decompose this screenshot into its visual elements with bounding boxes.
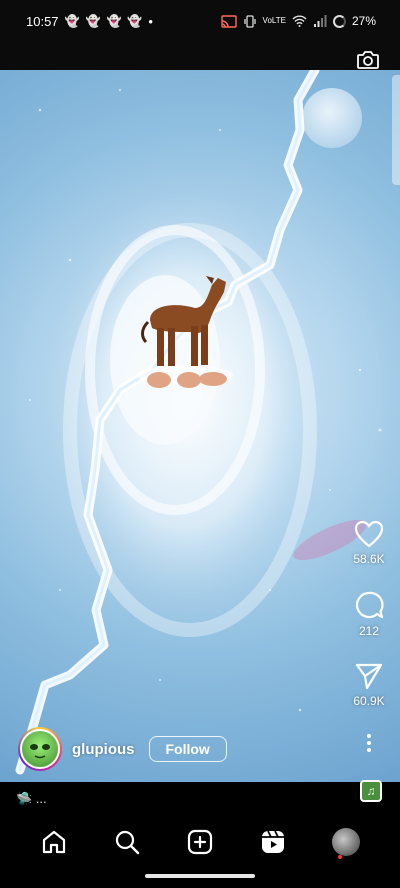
follow-button[interactable]: Follow — [148, 736, 227, 762]
status-right: VoLTE 27% — [220, 14, 376, 28]
notification-dot-icon — [337, 855, 342, 859]
bottom-nav — [0, 816, 400, 868]
heart-icon[interactable] — [354, 520, 384, 548]
music-note-icon[interactable]: ♫ — [360, 780, 382, 802]
nav-home[interactable] — [34, 822, 74, 862]
nav-reels[interactable] — [253, 822, 293, 862]
ghost-icon: 👻 — [106, 14, 122, 28]
share-count: 60.9K — [353, 694, 385, 708]
status-left: 10:57 👻 👻 👻 👻 • — [26, 14, 153, 29]
like-count: 58.6K — [353, 552, 385, 566]
comment-count: 212 — [358, 624, 380, 638]
reels-icon[interactable] — [260, 829, 286, 855]
signal-icon — [313, 15, 327, 27]
like-action[interactable]: 58.6K — [346, 520, 392, 566]
alien-avatar-icon — [20, 729, 60, 769]
avatar[interactable] — [18, 727, 62, 771]
ghost-icon: 👻 — [127, 14, 143, 28]
send-icon[interactable] — [354, 662, 384, 690]
vibrate-icon — [243, 14, 256, 28]
caption-text[interactable]: 🛸 ... — [16, 791, 47, 807]
reel-scene — [15, 70, 382, 775]
network-label: VoLTE — [262, 16, 286, 25]
clock: 10:57 — [26, 13, 59, 29]
profile-avatar[interactable] — [331, 828, 360, 856]
create-icon[interactable] — [187, 829, 213, 855]
home-icon[interactable] — [41, 829, 67, 855]
reel-author-row: glupious Follow — [18, 727, 227, 771]
battery-percent: 27% — [351, 14, 376, 28]
username[interactable]: glupious — [72, 741, 135, 758]
reels-header — [0, 42, 400, 70]
nav-profile[interactable] — [326, 822, 366, 862]
share-action[interactable]: 60.9K — [346, 662, 392, 708]
caption-bar[interactable]: 🛸 ... — [0, 782, 400, 816]
wifi-icon — [292, 15, 307, 27]
cast-icon — [220, 14, 237, 28]
reel-video[interactable]: 58.6K 212 60.9K — [0, 70, 400, 782]
scroll-handle[interactable] — [392, 75, 400, 185]
nav-create[interactable] — [180, 822, 220, 862]
nav-search[interactable] — [107, 822, 147, 862]
camera-icon[interactable] — [356, 50, 380, 70]
comment-action[interactable]: 212 — [346, 590, 392, 638]
battery-ring-icon — [332, 14, 346, 28]
comment-icon[interactable] — [354, 590, 384, 620]
search-icon[interactable] — [114, 829, 140, 855]
more-vertical-icon[interactable] — [364, 732, 374, 754]
status-bar: 10:57 👻 👻 👻 👻 • VoLTE 27% — [0, 0, 400, 42]
home-indicator[interactable] — [145, 874, 255, 878]
ghost-icon: 👻 — [85, 14, 101, 28]
more-action[interactable] — [346, 732, 392, 754]
notification-dot: • — [148, 13, 153, 29]
ghost-icon: 👻 — [64, 14, 80, 28]
